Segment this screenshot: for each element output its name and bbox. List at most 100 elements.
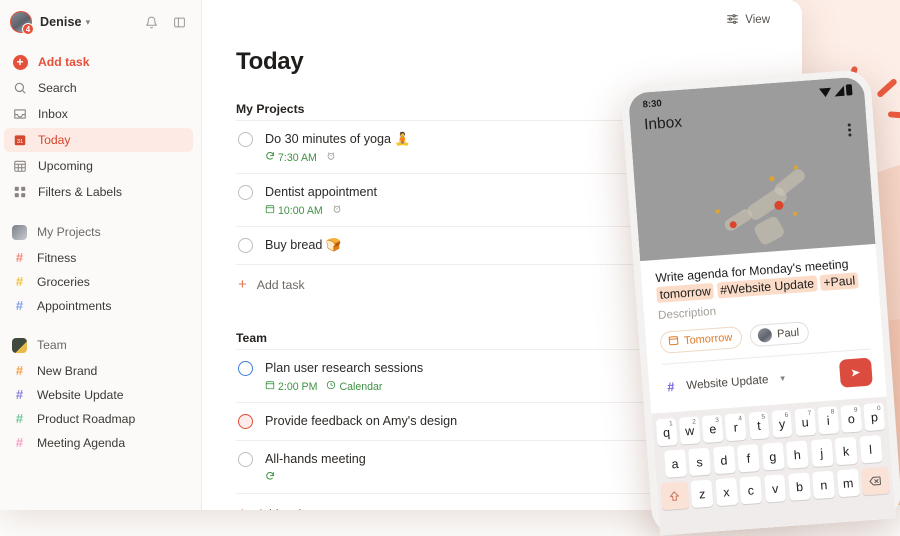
key-a[interactable]: a (664, 449, 687, 477)
sidebar-item-new-brand[interactable]: # New Brand (4, 359, 193, 382)
send-button[interactable] (839, 358, 873, 388)
key-p[interactable]: 0p (864, 403, 886, 431)
key-number: 3 (715, 417, 719, 424)
key-f[interactable]: f (737, 444, 760, 472)
add-task-label: Add task (257, 507, 305, 511)
key-v[interactable]: v (764, 474, 787, 502)
key-w[interactable]: 2w (679, 416, 701, 444)
avatar[interactable]: 4 (10, 11, 32, 33)
sidebar-item-upcoming[interactable]: Upcoming (4, 154, 193, 178)
hash-icon: # (12, 435, 27, 450)
task-checkbox[interactable] (238, 452, 253, 467)
sidebar-project-label: Website Update (37, 388, 124, 402)
hash-icon: # (12, 298, 27, 313)
map-background (628, 76, 876, 261)
task-checkbox[interactable] (238, 132, 253, 147)
key-label: z (699, 487, 706, 501)
sidebar: 4 Denise ▾ + Add task (0, 0, 202, 510)
page-title: Today (236, 48, 802, 76)
task-due-text: 2:00 PM (278, 381, 317, 393)
backspace-icon[interactable] (861, 467, 890, 496)
key-label: x (723, 485, 730, 499)
search-icon (12, 80, 28, 96)
key-h[interactable]: h (786, 440, 809, 468)
sidebar-group-header[interactable]: Team (4, 333, 193, 357)
key-g[interactable]: g (761, 442, 784, 470)
key-o[interactable]: 9o (840, 404, 862, 432)
sidebar-item-appointments[interactable]: # Appointments (4, 294, 193, 317)
map-shape (722, 207, 754, 233)
panel-icon[interactable] (169, 12, 189, 32)
task-checkbox[interactable] (238, 361, 253, 376)
key-z[interactable]: z (691, 480, 714, 508)
composer-token-assignee: +Paul (820, 272, 859, 291)
key-j[interactable]: j (810, 439, 833, 467)
key-label: i (826, 413, 830, 427)
key-t[interactable]: 5t (748, 411, 770, 439)
sidebar-item-website-update[interactable]: # Website Update (4, 383, 193, 406)
key-label: g (769, 449, 777, 463)
key-e[interactable]: 3e (702, 415, 724, 443)
sidebar-header-actions (141, 12, 189, 32)
sidebar-item-meeting-agenda[interactable]: # Meeting Agenda (4, 431, 193, 454)
key-y[interactable]: 6y (771, 410, 793, 438)
key-number: 5 (761, 413, 765, 420)
shift-icon[interactable] (660, 481, 689, 510)
project-selector-label: Website Update (686, 373, 769, 392)
key-label: r (733, 420, 738, 434)
hash-icon: # (12, 411, 27, 426)
sidebar-group-label: Team (37, 338, 67, 352)
task-reminder-chunk (326, 151, 336, 164)
add-task-label: Add task (257, 278, 305, 292)
key-b[interactable]: b (788, 472, 811, 500)
task-recurring-chunk (265, 471, 275, 484)
key-s[interactable]: s (688, 448, 711, 476)
task-due-chunk: 10:00 AM (265, 204, 323, 217)
task-checkbox[interactable] (238, 414, 253, 429)
user-name[interactable]: Denise (40, 15, 82, 29)
key-label: l (869, 442, 873, 456)
key-r[interactable]: 4r (725, 413, 747, 441)
key-l[interactable]: l (859, 435, 882, 463)
key-d[interactable]: d (712, 446, 735, 474)
key-u[interactable]: 7u (794, 408, 816, 436)
assignee-chip[interactable]: Paul (749, 321, 809, 347)
hash-icon: # (12, 363, 27, 378)
sidebar-item-groceries[interactable]: # Groceries (4, 270, 193, 293)
bell-icon[interactable] (141, 12, 161, 32)
key-i[interactable]: 8i (817, 406, 839, 434)
sidebar-item-inbox[interactable]: Inbox (4, 102, 193, 126)
project-selector[interactable]: # Website Update ▾ (663, 370, 786, 394)
calendar-grid-icon (12, 158, 28, 174)
view-button[interactable]: View (720, 9, 776, 31)
date-chip[interactable]: Tomorrow (659, 326, 743, 354)
sidebar-item-fitness[interactable]: # Fitness (4, 246, 193, 269)
sidebar-item-today[interactable]: 31 Today (4, 128, 193, 152)
task-calendar-text: Calendar (339, 381, 382, 393)
key-label: s (696, 455, 703, 469)
sidebar-item-label: Search (38, 81, 77, 95)
key-number: 7 (807, 410, 811, 417)
key-label: b (795, 479, 803, 493)
key-m[interactable]: m (837, 469, 860, 497)
composer-token-date: tomorrow (656, 283, 714, 303)
sidebar-item-add-task[interactable]: + Add task (4, 50, 193, 74)
sidebar-item-product-roadmap[interactable]: # Product Roadmap (4, 407, 193, 430)
phone-header: 8:30 Inbox (628, 76, 876, 261)
key-c[interactable]: c (739, 476, 762, 504)
key-number: 8 (831, 408, 835, 415)
sidebar-project-label: Appointments (37, 299, 112, 313)
sidebar-item-search[interactable]: Search (4, 76, 193, 100)
key-n[interactable]: n (812, 471, 835, 499)
chevron-down-icon[interactable]: ▾ (86, 18, 91, 27)
key-k[interactable]: k (835, 437, 858, 465)
sidebar-item-filters-labels[interactable]: Filters & Labels (4, 180, 193, 204)
sidebar-group-header[interactable]: My Projects (4, 220, 193, 244)
chevron-down-icon: ▾ (780, 373, 785, 382)
task-checkbox[interactable] (238, 185, 253, 200)
key-label: k (842, 444, 849, 458)
filters-icon (12, 184, 28, 200)
key-x[interactable]: x (715, 478, 738, 506)
task-checkbox[interactable] (238, 238, 253, 253)
key-q[interactable]: 1q (656, 418, 678, 446)
